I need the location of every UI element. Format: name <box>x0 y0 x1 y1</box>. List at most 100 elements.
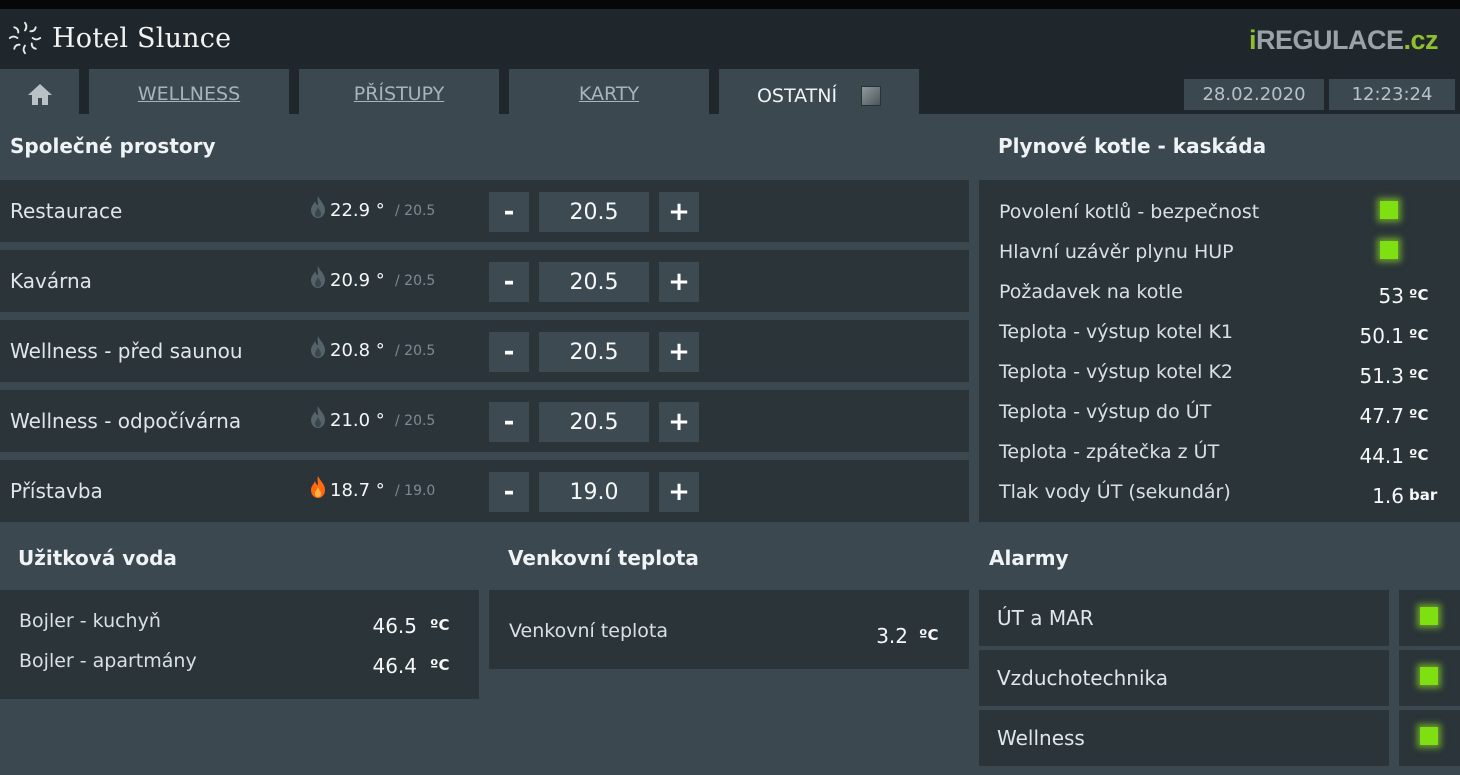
kotle-unit: bar <box>1409 486 1438 504</box>
tab-ostatni[interactable]: OSTATNÍ <box>719 69 919 123</box>
setpoint-value: 19.0 <box>539 472 649 512</box>
tab-wellness[interactable]: WELLNESS <box>89 69 289 118</box>
room-row: Wellness - před saunou 20.8 ° / 20.5 -20.5 + <box>0 320 969 382</box>
room-setpoint-hint: / 19.0 <box>395 483 436 499</box>
alarm-led-cell <box>1399 710 1460 766</box>
room-current-temp: 18.7 ° <box>330 480 385 501</box>
alarmy-title: Alarmy <box>979 529 1460 587</box>
room-name: Kavárna <box>10 269 92 293</box>
kotle-value: 50.1 <box>1359 324 1404 348</box>
uzitkova-voda-title: Užitková voda <box>0 529 479 587</box>
kotle-value-label: Teplota - výstup do ÚT <box>999 401 1212 423</box>
room-setpoint-hint: / 20.5 <box>395 413 436 429</box>
flame-icon <box>311 196 325 218</box>
flame-icon <box>311 336 325 358</box>
alarm-label: Wellness <box>997 726 1085 750</box>
kotle-unit: ºC <box>1409 326 1429 344</box>
hotel-logo: Hotel Slunce <box>6 19 231 57</box>
flame-icon <box>311 266 325 288</box>
kotle-value: 53 <box>1378 284 1404 308</box>
alarm-led-icon <box>1420 607 1438 625</box>
room-current-temp: 22.9 ° <box>330 200 385 221</box>
increase-setpoint-button[interactable]: + <box>659 192 699 232</box>
decrease-setpoint-button[interactable]: - <box>489 192 529 232</box>
room-current-temp: 20.8 ° <box>330 340 385 361</box>
time-display: 12:23:24 <box>1329 79 1455 110</box>
tab-karty[interactable]: KARTY <box>509 69 709 118</box>
kotle-unit: ºC <box>1409 406 1429 424</box>
increase-setpoint-button[interactable]: + <box>659 402 699 442</box>
room-current-temp: 21.0 ° <box>330 410 385 431</box>
app-title: Hotel Slunce <box>52 22 232 54</box>
alarm-led-cell <box>1399 590 1460 646</box>
room-row: Kavárna 20.9 ° / 20.5 -20.5 + <box>0 250 969 312</box>
iregulace-logo: iREGULACE.cz <box>1248 25 1439 55</box>
increase-setpoint-button[interactable]: + <box>659 332 699 372</box>
room-current-temp: 20.9 ° <box>330 270 385 291</box>
flame-icon <box>311 476 325 498</box>
home-icon <box>27 83 52 105</box>
tab-home[interactable] <box>0 69 79 118</box>
kotle-status-label: Povolení kotlů - bezpečnost <box>999 201 1260 223</box>
kotle-status-label: Hlavní uzávěr plynu HUP <box>999 241 1234 263</box>
alarm-label: Vzduchotechnika <box>997 666 1168 690</box>
tab-pristupy[interactable]: PŘÍSTUPY <box>299 69 499 118</box>
room-setpoint-hint: / 20.5 <box>395 273 436 289</box>
room-row: Wellness - odpočívárna 21.0 ° / 20.5 -20.5 + <box>0 390 969 452</box>
outdoor-temp-value: 3.2 <box>876 624 908 648</box>
setpoint-value: 20.5 <box>539 262 649 302</box>
room-name: Wellness - před saunou <box>10 339 243 363</box>
kotle-value: 51.3 <box>1359 364 1404 388</box>
increase-setpoint-button[interactable]: + <box>659 262 699 302</box>
room-setpoint-hint: / 20.5 <box>395 203 436 219</box>
uzitkova-voda-panel: Bojler - kuchyň 46.5 ºC Bojler - apartmá… <box>0 590 479 699</box>
outdoor-temp-label: Venkovní teplota <box>509 620 669 642</box>
decrease-setpoint-button[interactable]: - <box>489 472 529 512</box>
room-setpoint-hint: / 20.5 <box>395 343 436 359</box>
alarm-row: Vzduchotechnika <box>979 650 1389 706</box>
decrease-setpoint-button[interactable]: - <box>489 262 529 302</box>
plynove-kotle-panel: Povolení kotlů - bezpečnost Hlavní uzávě… <box>979 180 1460 522</box>
alarm-led-icon <box>1420 727 1438 745</box>
kotle-value: 44.1 <box>1359 444 1404 468</box>
boiler-unit: ºC <box>430 656 450 674</box>
boiler-unit: ºC <box>430 616 450 634</box>
plynove-kotle-title: Plynové kotle - kaskáda <box>979 117 1460 175</box>
boiler-value: 46.5 <box>372 614 417 638</box>
kotle-value-label: Teplota - zpátečka z ÚT <box>999 441 1220 463</box>
date-display: 28.02.2020 <box>1184 79 1324 110</box>
kotle-value: 1.6 <box>1372 484 1404 508</box>
kotle-value-label: Teplota - výstup kotel K1 <box>999 321 1233 343</box>
tab-status-indicator-icon <box>861 86 882 106</box>
boiler-label: Bojler - kuchyň <box>19 610 161 632</box>
venkovni-teplota-panel: Venkovní teplota 3.2 ºC <box>489 590 969 669</box>
spolecne-prostory-title: Společné prostory <box>0 117 969 175</box>
room-name: Restaurace <box>10 199 123 223</box>
kotle-value: 47.7 <box>1359 404 1404 428</box>
top-bar: Hotel Slunce iREGULACE.cz WELLNESS PŘÍST… <box>0 0 1460 123</box>
increase-setpoint-button[interactable]: + <box>659 472 699 512</box>
outdoor-temp-unit: ºC <box>919 626 939 644</box>
flame-icon <box>311 406 325 428</box>
decrease-setpoint-button[interactable]: - <box>489 332 529 372</box>
venkovni-teplota-title: Venkovní teplota <box>489 529 969 587</box>
room-name: Přístavba <box>10 479 103 503</box>
boiler-label: Bojler - apartmány <box>19 650 197 672</box>
kotle-status-led-icon <box>1380 201 1398 219</box>
kotle-status-led-icon <box>1380 241 1398 259</box>
setpoint-value: 20.5 <box>539 332 649 372</box>
alarm-row: ÚT a MAR <box>979 590 1389 646</box>
room-name: Wellness - odpočívárna <box>10 409 242 433</box>
setpoint-value: 20.5 <box>539 402 649 442</box>
kotle-value-label: Teplota - výstup kotel K2 <box>999 361 1233 383</box>
room-row: Přístavba 18.7 ° / 19.0 -19.0 + <box>0 460 969 522</box>
room-row: Restaurace 22.9 ° / 20.5 -20.5 + <box>0 180 969 242</box>
kotle-value-label: Tlak vody ÚT (sekundár) <box>999 481 1231 503</box>
kotle-value-label: Požadavek na kotle <box>999 281 1183 303</box>
sun-logo-icon <box>8 21 42 55</box>
decrease-setpoint-button[interactable]: - <box>489 402 529 442</box>
kotle-unit: ºC <box>1409 286 1429 304</box>
alarm-row: Wellness <box>979 710 1389 766</box>
alarm-label: ÚT a MAR <box>997 606 1094 630</box>
kotle-unit: ºC <box>1409 366 1429 384</box>
